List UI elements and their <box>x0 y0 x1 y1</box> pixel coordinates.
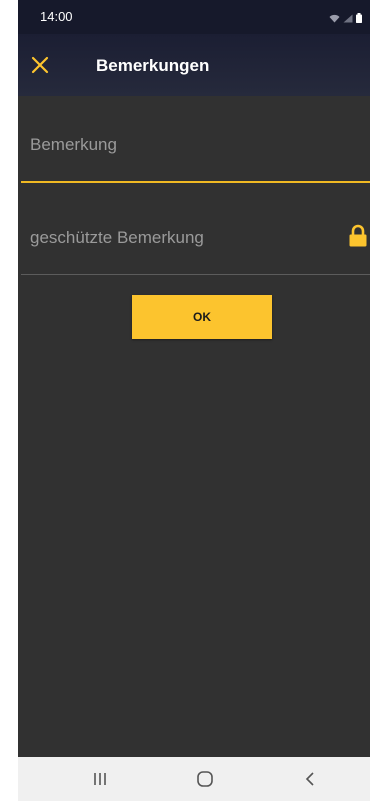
home-icon <box>197 771 213 787</box>
signal-icon <box>343 10 353 28</box>
remarks-form: Bemerkung geschützte Bemerkung OK <box>18 96 370 757</box>
status-bar: 14:00 <box>18 0 370 34</box>
protected-remark-field[interactable]: geschützte Bemerkung <box>21 214 370 275</box>
close-button[interactable] <box>30 53 52 75</box>
home-button[interactable] <box>194 769 216 789</box>
remark-field[interactable]: Bemerkung <box>21 121 370 183</box>
app-bar: Bemerkungen <box>18 34 370 96</box>
status-icons <box>329 10 362 28</box>
remarks-screen: 14:00 Bemerkungen Bemerkung geschützte B… <box>0 0 370 801</box>
battery-icon <box>356 10 362 28</box>
page-title: Bemerkungen <box>96 56 210 75</box>
lock-icon <box>348 224 368 248</box>
wifi-icon <box>329 10 340 28</box>
remark-placeholder: Bemerkung <box>30 135 117 154</box>
recent-apps-button[interactable] <box>89 769 111 789</box>
protected-remark-placeholder: geschützte Bemerkung <box>30 228 204 247</box>
recent-apps-icon <box>94 773 106 785</box>
system-nav-bar <box>18 757 370 801</box>
close-icon <box>31 56 49 74</box>
back-button[interactable] <box>299 769 321 789</box>
back-icon <box>305 772 314 786</box>
ok-button[interactable]: OK <box>132 295 272 339</box>
status-time: 14:00 <box>40 9 73 24</box>
